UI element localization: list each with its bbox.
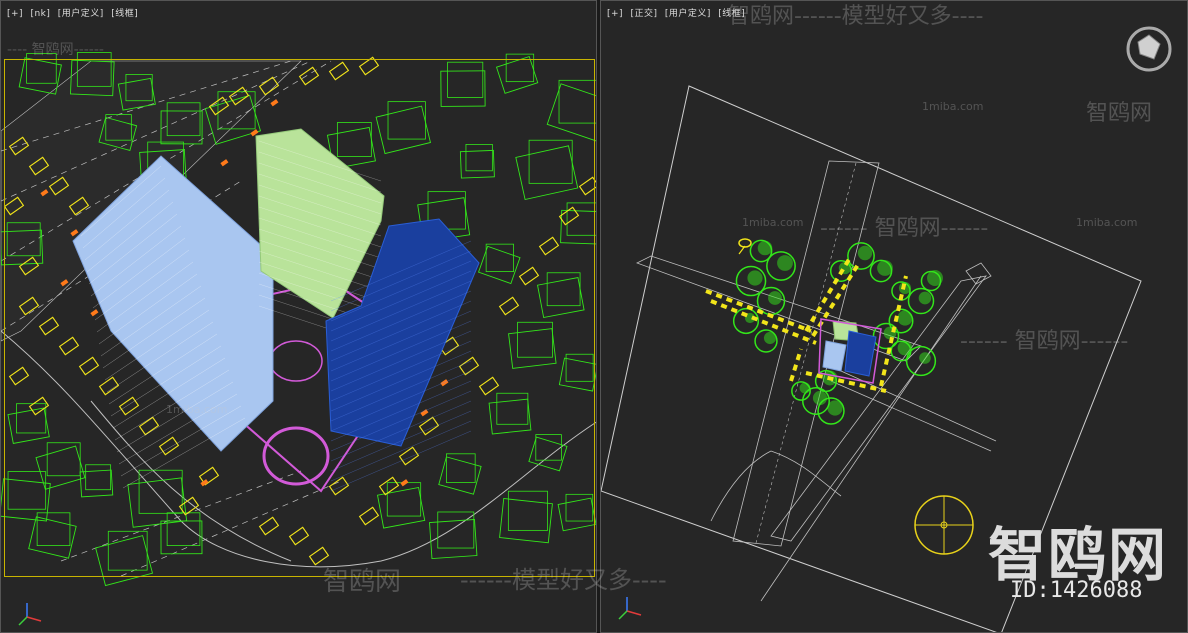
tree-cluster xyxy=(768,291,782,305)
active-viewport-frame xyxy=(4,59,595,577)
tree-cluster xyxy=(877,260,893,276)
car-row xyxy=(789,348,803,382)
tree-cluster xyxy=(919,352,931,364)
tower-dark-blue-plan xyxy=(844,330,877,377)
tree-cluster xyxy=(918,291,932,305)
viewcube-icon[interactable] xyxy=(1124,24,1174,74)
perspective-viewport[interactable]: [+] [nk] [用户定义] [线框] ---- 智鸥网------ 智鸥网 … xyxy=(0,0,597,633)
helper-object xyxy=(738,238,752,248)
model-id: ID:1426088 xyxy=(1010,578,1143,603)
tree-cluster xyxy=(777,255,793,271)
tree-cluster xyxy=(927,270,943,286)
road-outline xyxy=(965,262,992,285)
compass-helper-icon xyxy=(914,495,974,555)
axis-gizmo-icon xyxy=(18,603,42,626)
tree-cluster xyxy=(757,240,773,256)
tree-cluster xyxy=(897,310,913,326)
tree-cluster xyxy=(857,245,873,261)
tree-cluster xyxy=(747,270,763,286)
road-outline xyxy=(830,380,992,452)
tree-cluster xyxy=(763,331,777,345)
tower-light-blue-plan xyxy=(822,340,847,372)
tree-cluster xyxy=(799,382,811,394)
tree-cluster xyxy=(897,340,913,356)
tree-cluster xyxy=(827,400,843,416)
car-row xyxy=(710,299,817,345)
axis-gizmo-icon xyxy=(618,597,642,620)
